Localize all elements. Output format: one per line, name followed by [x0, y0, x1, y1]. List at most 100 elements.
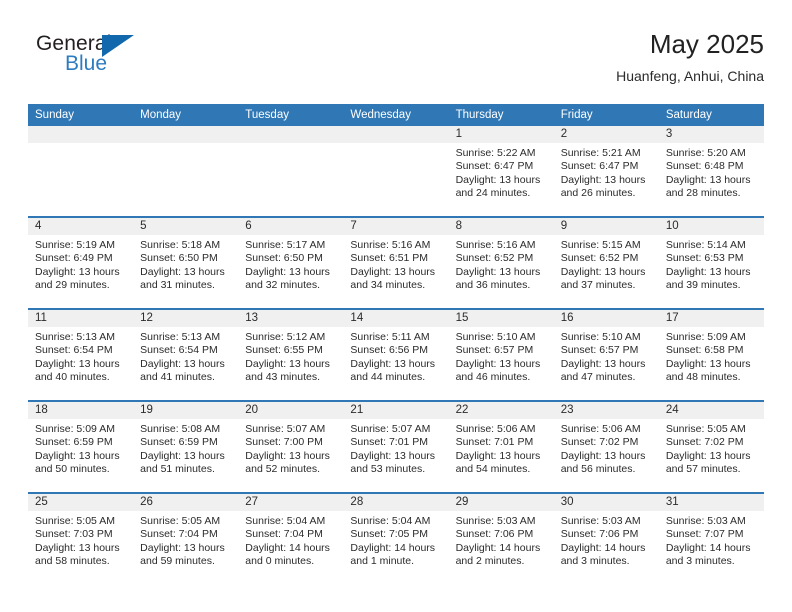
- day-number[interactable]: 6: [238, 218, 343, 235]
- day-detail-line: Sunrise: 5:17 AM: [245, 239, 326, 251]
- day-cell[interactable]: Sunrise: 5:13 AM Sunset: 6:54 PM Daylight:…: [133, 327, 238, 400]
- day-cell[interactable]: Sunrise: 5:10 AM Sunset: 6:57 PM Daylight:…: [449, 327, 554, 400]
- day-number[interactable]: 24: [659, 402, 764, 419]
- day-cell[interactable]: Sunrise: 5:04 AM Sunset: 7:05 PM Daylight:…: [343, 511, 448, 584]
- day-detail-line: Sunrise: 5:12 AM: [245, 331, 326, 343]
- day-number[interactable]: 7: [343, 218, 448, 235]
- day-detail-line: Sunrise: 5:06 AM: [560, 423, 641, 435]
- day-cell[interactable]: Sunrise: 5:21 AM Sunset: 6:47 PM Daylight:…: [554, 143, 659, 216]
- day-cell[interactable]: Sunrise: 5:08 AM Sunset: 6:59 PM Daylight:…: [133, 419, 238, 492]
- day-cell[interactable]: Sunrise: 5:09 AM Sunset: 6:59 PM Daylight:…: [28, 419, 133, 492]
- day-number[interactable]: 2: [554, 126, 659, 143]
- day-number[interactable]: 9: [554, 218, 659, 235]
- day-number[interactable]: 10: [659, 218, 764, 235]
- day-detail-line: Sunrise: 5:07 AM: [245, 423, 326, 435]
- day-cell[interactable]: Sunrise: 5:06 AM Sunset: 7:02 PM Daylight:…: [554, 419, 659, 492]
- day-number[interactable]: 20: [238, 402, 343, 419]
- day-number[interactable]: 3: [659, 126, 764, 143]
- day-cell[interactable]: Sunrise: 5:17 AM Sunset: 6:50 PM Daylight:…: [238, 235, 343, 308]
- day-cell[interactable]: Sunrise: 5:03 AM Sunset: 7:06 PM Daylight:…: [554, 511, 659, 584]
- day-cell[interactable]: Sunrise: 5:20 AM Sunset: 6:48 PM Daylight:…: [659, 143, 764, 216]
- day-number[interactable]: 1: [449, 126, 554, 143]
- day-detail-line: and 46 minutes.: [455, 371, 531, 384]
- day-cell[interactable]: Sunrise: 5:16 AM Sunset: 6:52 PM Daylight:…: [449, 235, 554, 308]
- day-detail-line: Sunrise: 5:07 AM: [350, 423, 431, 435]
- day-detail-line: Sunset: 6:49 PM: [35, 252, 113, 265]
- day-detail-line: Daylight: 14 hours: [455, 541, 541, 554]
- day-detail-line: Sunrise: 5:04 AM: [350, 515, 431, 527]
- day-number-empty: [343, 126, 448, 143]
- day-number[interactable]: 21: [343, 402, 448, 419]
- day-number[interactable]: 12: [133, 310, 238, 327]
- day-number[interactable]: 16: [554, 310, 659, 327]
- day-cell[interactable]: Sunrise: 5:18 AM Sunset: 6:50 PM Daylight:…: [133, 235, 238, 308]
- day-detail-line: and 37 minutes.: [560, 279, 636, 292]
- day-detail-line: and 36 minutes.: [455, 279, 531, 292]
- day-number[interactable]: 22: [449, 402, 554, 419]
- day-number[interactable]: 13: [238, 310, 343, 327]
- day-cell[interactable]: Sunrise: 5:04 AM Sunset: 7:04 PM Daylight:…: [238, 511, 343, 584]
- day-detail-line: and 26 minutes.: [560, 187, 636, 200]
- day-number[interactable]: 26: [133, 494, 238, 511]
- day-cell[interactable]: Sunrise: 5:13 AM Sunset: 6:54 PM Daylight:…: [28, 327, 133, 400]
- day-number[interactable]: 31: [659, 494, 764, 511]
- day-cell-empty: [238, 143, 343, 216]
- day-number[interactable]: 29: [449, 494, 554, 511]
- day-detail-line: Sunrise: 5:13 AM: [35, 331, 115, 343]
- day-detail-line: Sunrise: 5:22 AM: [455, 147, 536, 159]
- day-detail-line: Daylight: 13 hours: [140, 541, 225, 554]
- day-number[interactable]: 23: [554, 402, 659, 419]
- day-number[interactable]: 19: [133, 402, 238, 419]
- brand-logo[interactable]: General Blue: [36, 32, 156, 84]
- day-number[interactable]: 5: [133, 218, 238, 235]
- day-detail-line: and 59 minutes.: [140, 555, 215, 568]
- day-detail-line: Sunset: 7:04 PM: [245, 528, 323, 541]
- day-number[interactable]: 27: [238, 494, 343, 511]
- day-cell[interactable]: Sunrise: 5:07 AM Sunset: 7:01 PM Daylight:…: [343, 419, 448, 492]
- day-cell[interactable]: Sunrise: 5:12 AM Sunset: 6:55 PM Daylight:…: [238, 327, 343, 400]
- week-date-band: 4 5 6 7 8 9 10: [28, 218, 764, 235]
- day-cell[interactable]: Sunrise: 5:11 AM Sunset: 6:56 PM Daylight:…: [343, 327, 448, 400]
- day-detail-line: Daylight: 13 hours: [455, 449, 541, 462]
- day-number[interactable]: 8: [449, 218, 554, 235]
- day-number[interactable]: 15: [449, 310, 554, 327]
- day-number[interactable]: 17: [659, 310, 764, 327]
- day-detail-line: and 57 minutes.: [665, 463, 741, 476]
- calendar-week-row: 18 19 20 21 22 23 24 Sunrise: 5:09 AM Sunset: 6:…: [28, 400, 764, 492]
- day-detail-line: Sunset: 7:01 PM: [350, 436, 429, 449]
- day-number[interactable]: 18: [28, 402, 133, 419]
- day-cell[interactable]: Sunrise: 5:19 AM Sunset: 6:49 PM Daylight:…: [28, 235, 133, 308]
- day-cell[interactable]: Sunrise: 5:03 AM Sunset: 7:07 PM Daylight:…: [659, 511, 764, 584]
- day-cell-empty: [343, 143, 448, 216]
- day-cell[interactable]: Sunrise: 5:05 AM Sunset: 7:02 PM Daylight:…: [659, 419, 764, 492]
- weekday-header-monday: Monday: [140, 109, 182, 121]
- day-cell[interactable]: Sunrise: 5:05 AM Sunset: 7:04 PM Daylight:…: [133, 511, 238, 584]
- day-cell[interactable]: Sunrise: 5:05 AM Sunset: 7:03 PM Daylight:…: [28, 511, 133, 584]
- day-number[interactable]: 11: [28, 310, 133, 327]
- week-date-band: 18 19 20 21 22 23 24: [28, 402, 764, 419]
- day-detail-line: Daylight: 13 hours: [245, 357, 330, 370]
- day-number[interactable]: 28: [343, 494, 448, 511]
- day-detail-line: Sunset: 6:52 PM: [455, 252, 534, 265]
- day-detail-line: Sunset: 6:54 PM: [140, 344, 218, 357]
- day-number[interactable]: 30: [554, 494, 659, 511]
- day-cell[interactable]: Sunrise: 5:03 AM Sunset: 7:06 PM Daylight:…: [449, 511, 554, 584]
- day-cell[interactable]: Sunrise: 5:09 AM Sunset: 6:58 PM Daylight:…: [659, 327, 764, 400]
- day-cell[interactable]: Sunrise: 5:06 AM Sunset: 7:01 PM Daylight:…: [449, 419, 554, 492]
- day-cell[interactable]: Sunrise: 5:07 AM Sunset: 7:00 PM Daylight:…: [238, 419, 343, 492]
- logo-text-blue: Blue: [65, 52, 108, 75]
- day-detail-line: Sunrise: 5:15 AM: [560, 239, 641, 251]
- day-detail-line: Daylight: 13 hours: [665, 265, 751, 278]
- day-detail-line: Sunset: 7:04 PM: [140, 528, 218, 541]
- day-number-empty: [133, 126, 238, 143]
- calendar-grid: Sunday Monday Tuesday Wednesday Thursday Frid…: [28, 104, 764, 584]
- day-detail-line: Sunset: 7:01 PM: [455, 436, 534, 449]
- day-cell[interactable]: Sunrise: 5:15 AM Sunset: 6:52 PM Daylight:…: [554, 235, 659, 308]
- day-cell[interactable]: Sunrise: 5:10 AM Sunset: 6:57 PM Daylight:…: [554, 327, 659, 400]
- day-cell[interactable]: Sunrise: 5:22 AM Sunset: 6:47 PM Daylight:…: [449, 143, 554, 216]
- day-cell[interactable]: Sunrise: 5:14 AM Sunset: 6:53 PM Daylight:…: [659, 235, 764, 308]
- day-number[interactable]: 4: [28, 218, 133, 235]
- day-number[interactable]: 14: [343, 310, 448, 327]
- day-cell[interactable]: Sunrise: 5:16 AM Sunset: 6:51 PM Daylight:…: [343, 235, 448, 308]
- day-number[interactable]: 25: [28, 494, 133, 511]
